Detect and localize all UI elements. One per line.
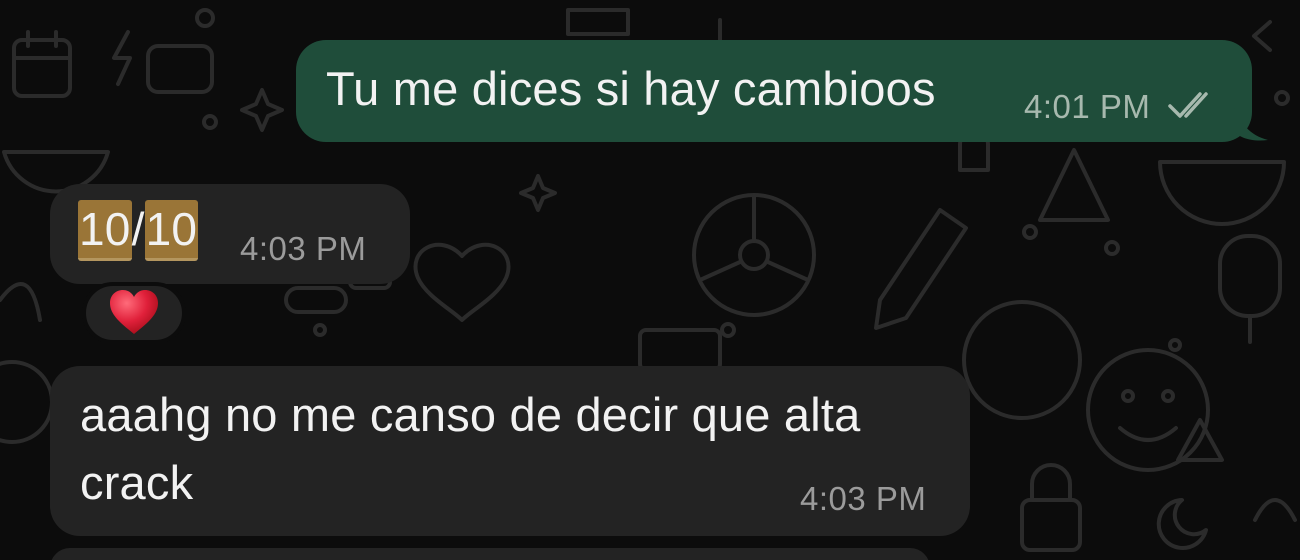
message-timestamp: 4:03 PM bbox=[800, 480, 927, 517]
message-text: 10/10 bbox=[78, 196, 199, 262]
message-timestamp: 4:03 PM bbox=[240, 230, 367, 267]
highlighted-number: 10 bbox=[144, 200, 199, 261]
incoming-message-bubble-partial[interactable] bbox=[50, 548, 930, 560]
outgoing-bubble-tail bbox=[1234, 108, 1268, 141]
message-text: Tu me dices si hay cambioos bbox=[326, 62, 936, 115]
red-heart-icon bbox=[110, 290, 158, 334]
chat-window: Tu me dices si hay cambioos 4:01 PM 10/1… bbox=[0, 0, 1300, 560]
incoming-message-bubble[interactable]: aaahg no me canso de decir que alta crac… bbox=[50, 366, 970, 536]
message-text-line-2: crack bbox=[80, 456, 194, 509]
message-text-line-1: aaahg no me canso de decir que alta bbox=[80, 388, 861, 441]
message-timestamp: 4:01 PM bbox=[1024, 88, 1151, 125]
incoming-message-bubble[interactable]: 10/10 4:03 PM bbox=[50, 184, 410, 284]
slash-text: / bbox=[131, 203, 145, 255]
highlighted-number: 10 bbox=[78, 200, 132, 261]
message-reaction[interactable] bbox=[82, 282, 186, 344]
outgoing-message-bubble[interactable]: Tu me dices si hay cambioos 4:01 PM bbox=[296, 40, 1252, 142]
double-check-read-icon bbox=[1168, 92, 1208, 118]
